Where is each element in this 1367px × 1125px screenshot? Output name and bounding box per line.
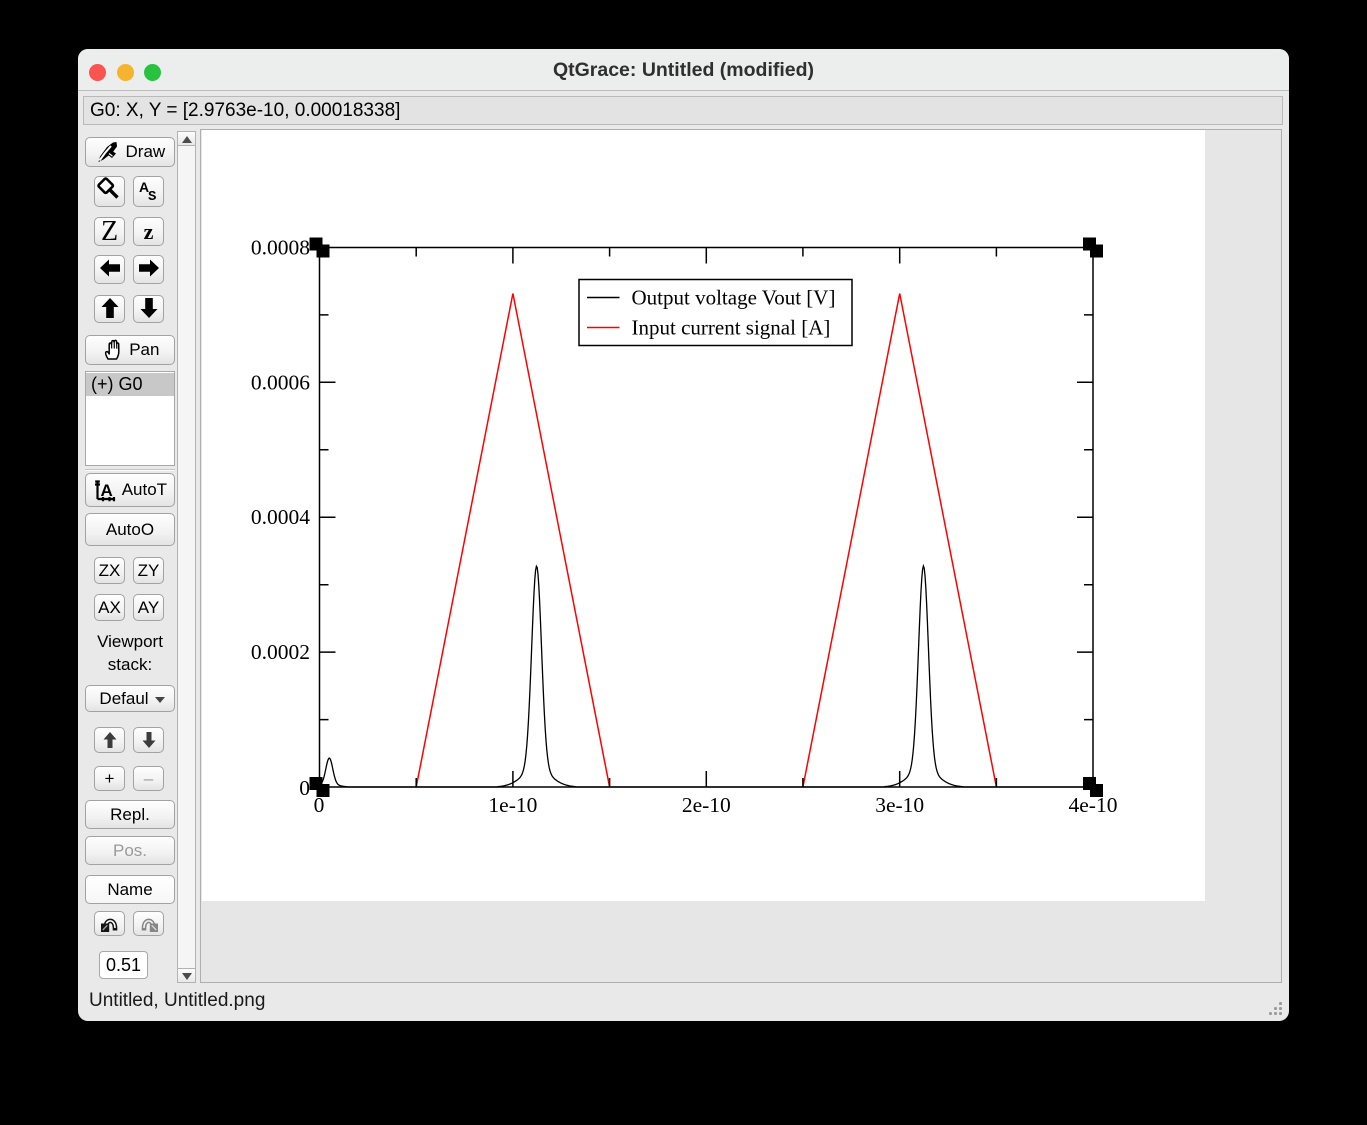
svg-text:3e-10: 3e-10 (875, 793, 924, 817)
svg-text:4e-10: 4e-10 (1069, 793, 1118, 817)
svg-text:Input current signal [A]: Input current signal [A] (632, 316, 831, 340)
svg-text:2e-10: 2e-10 (682, 793, 731, 817)
svg-text:0: 0 (314, 793, 325, 817)
svg-text:0.0004: 0.0004 (251, 505, 310, 529)
svg-text:0.0008: 0.0008 (251, 236, 310, 260)
svg-text:1e-10: 1e-10 (488, 793, 537, 817)
svg-text:0.0002: 0.0002 (251, 640, 310, 664)
svg-text:A: A (100, 481, 112, 500)
svg-text:0: 0 (299, 776, 310, 800)
svg-text:S: S (148, 189, 156, 204)
svg-text:0.0006: 0.0006 (251, 370, 310, 394)
svg-text:Output voltage Vout [V]: Output voltage Vout [V] (632, 286, 836, 310)
